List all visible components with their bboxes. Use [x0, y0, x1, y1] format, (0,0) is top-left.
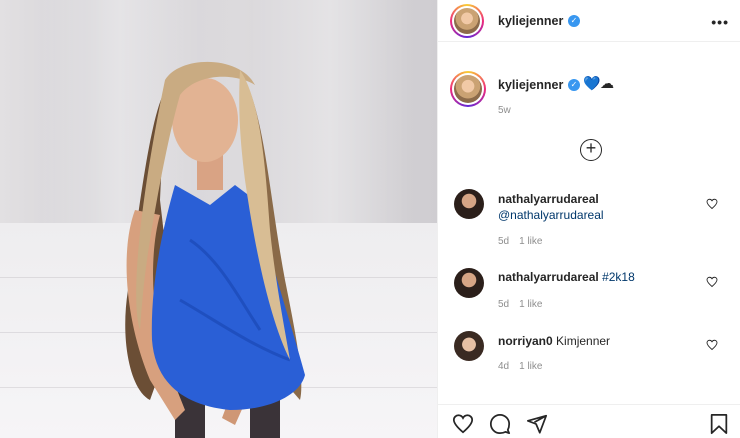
comment-age[interactable]: 5d — [498, 299, 509, 310]
comment-username[interactable]: nathalyarrudareal — [498, 192, 599, 206]
comment-meta: 4d 1 like — [498, 361, 552, 372]
verified-check-icon: ✓ — [568, 15, 580, 27]
comment-username[interactable]: nathalyarrudareal — [498, 270, 599, 284]
author-username[interactable]: kyliejenner — [498, 14, 563, 28]
comment-meta: 5d 1 like — [498, 236, 552, 247]
post-header: kyliejenner ✓ ••• — [438, 0, 740, 42]
comment-likes[interactable]: 1 like — [519, 299, 542, 310]
heart-icon[interactable] — [706, 198, 718, 210]
verified-check-icon: ✓ — [568, 79, 580, 91]
commenter-avatar[interactable] — [454, 268, 484, 298]
comment-likes[interactable]: 1 like — [519, 361, 542, 372]
comment-text[interactable]: @nathalyarrudareal — [498, 208, 604, 222]
post-side-panel: kyliejenner ✓ ••• kyliejenner ✓ 💙 ☁ 5w +… — [437, 0, 740, 438]
heart-icon[interactable] — [452, 413, 474, 435]
blue-heart-emoji: 💙 — [583, 75, 601, 91]
comment-age[interactable]: 4d — [498, 361, 509, 372]
comment-likes[interactable]: 1 like — [519, 236, 542, 247]
instagram-post: kyliejenner ✓ ••• kyliejenner ✓ 💙 ☁ 5w +… — [0, 0, 740, 438]
commenter-avatar[interactable] — [454, 189, 484, 219]
heart-icon[interactable] — [706, 276, 718, 288]
post-age[interactable]: 5w — [498, 105, 511, 116]
comment-text[interactable]: #2k18 — [602, 270, 635, 284]
bookmark-icon[interactable] — [708, 413, 730, 435]
caption-avatar[interactable] — [450, 71, 486, 107]
heart-icon[interactable] — [706, 339, 718, 351]
post-actions-bar — [438, 404, 740, 438]
comment-meta: 5d 1 like — [498, 299, 552, 310]
caption-username[interactable]: kyliejenner — [498, 78, 563, 92]
comment-text: Kimjenner — [556, 334, 611, 348]
comment-line: norriyan0 Kimjenner — [498, 334, 610, 348]
more-options-icon[interactable]: ••• — [711, 14, 729, 30]
plus-circle-icon[interactable]: + — [580, 139, 602, 161]
comment-line: nathalyarrudareal #2k18 — [498, 270, 635, 284]
model-figure — [125, 61, 305, 438]
post-photo[interactable] — [0, 0, 437, 438]
comment-age[interactable]: 5d — [498, 236, 509, 247]
author-avatar[interactable] — [450, 4, 484, 38]
comment-username[interactable]: norriyan0 — [498, 334, 553, 348]
share-icon[interactable] — [526, 413, 548, 435]
cloud-emoji: ☁ — [600, 75, 614, 91]
commenter-avatar[interactable] — [454, 331, 484, 361]
comment-icon[interactable] — [489, 413, 511, 435]
